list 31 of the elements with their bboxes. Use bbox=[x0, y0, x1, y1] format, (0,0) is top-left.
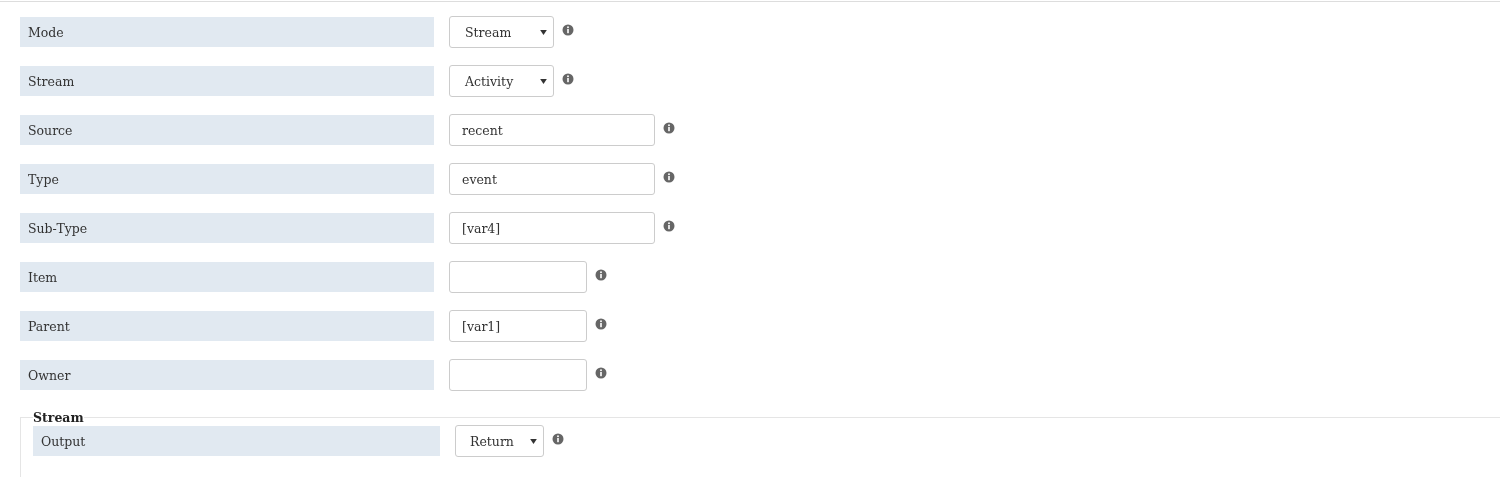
field-label: Type bbox=[20, 164, 434, 194]
field-label: Sub-Type bbox=[20, 213, 434, 243]
field-label: Source bbox=[20, 115, 434, 145]
text-field[interactable]: recent bbox=[449, 114, 655, 146]
section-legend: Stream bbox=[33, 410, 84, 425]
field-label: Output bbox=[33, 426, 440, 456]
caret-icon bbox=[540, 29, 547, 35]
info-icon[interactable] bbox=[663, 220, 675, 232]
info-icon[interactable] bbox=[595, 269, 607, 281]
info-icon[interactable] bbox=[663, 171, 675, 183]
field-label: Item bbox=[20, 262, 434, 292]
text-field[interactable]: [var4] bbox=[449, 212, 655, 244]
field-label: Mode bbox=[20, 17, 434, 47]
info-icon[interactable] bbox=[595, 318, 607, 330]
text-field[interactable]: [var1] bbox=[449, 310, 587, 342]
caret-icon bbox=[530, 438, 537, 444]
info-icon[interactable] bbox=[552, 433, 564, 445]
dropdown[interactable]: Stream bbox=[449, 16, 554, 48]
info-icon[interactable] bbox=[562, 73, 574, 85]
text-field[interactable] bbox=[449, 261, 587, 293]
info-icon[interactable] bbox=[562, 24, 574, 36]
field-label: Owner bbox=[20, 360, 434, 390]
dropdown[interactable]: Return bbox=[455, 425, 544, 457]
caret-icon bbox=[540, 78, 547, 84]
info-icon[interactable] bbox=[595, 367, 607, 379]
text-field[interactable] bbox=[449, 359, 587, 391]
dropdown[interactable]: Activity bbox=[449, 65, 554, 97]
info-icon[interactable] bbox=[663, 122, 675, 134]
field-label: Parent bbox=[20, 311, 434, 341]
text-field[interactable]: event bbox=[449, 163, 655, 195]
field-label: Stream bbox=[20, 66, 434, 96]
